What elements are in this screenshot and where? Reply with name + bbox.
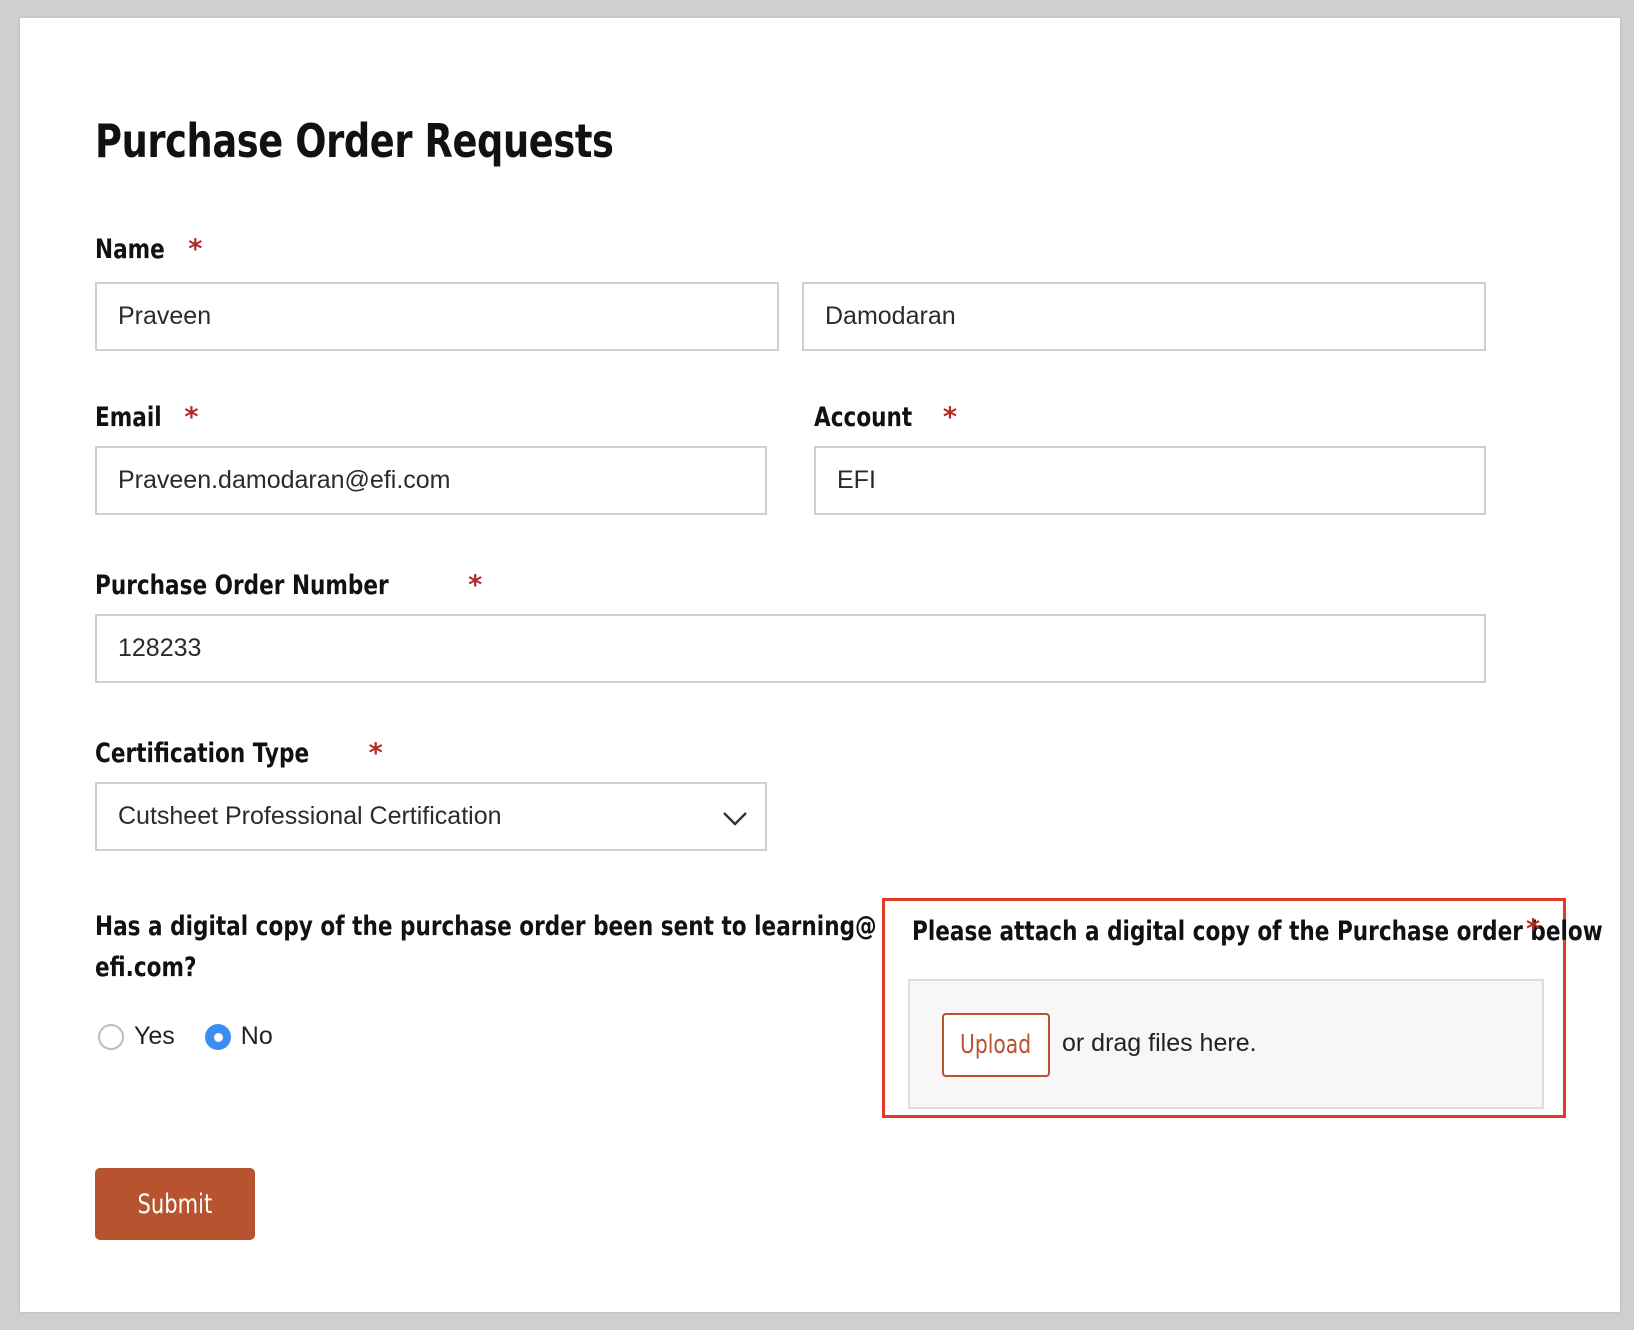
upload-button-label: Upload	[960, 1030, 1032, 1060]
account-value: EFI	[837, 466, 876, 494]
submit-button[interactable]: Submit	[95, 1168, 255, 1240]
certification-select[interactable]: Cutsheet Professional Certification	[95, 782, 767, 851]
certification-value: Cutsheet Professional Certification	[118, 802, 502, 830]
email-label-row: Email *	[95, 402, 198, 433]
account-label: Account	[814, 402, 913, 433]
po-number-field[interactable]: 128233	[95, 614, 1486, 683]
last-name-value: Damodaran	[825, 302, 956, 330]
attachment-label: Please attach a digital copy of the Purc…	[912, 916, 1603, 947]
submit-button-label: Submit	[137, 1188, 213, 1220]
required-marker: *	[468, 570, 483, 601]
required-marker: *	[1526, 914, 1541, 945]
account-field[interactable]: EFI	[814, 446, 1486, 515]
drag-files-text: or drag files here.	[1062, 1029, 1257, 1057]
cert-label-row: Certification Type *	[95, 738, 383, 769]
email-label: Email	[95, 402, 162, 433]
chevron-down-icon	[723, 812, 747, 826]
po-number-label: Purchase Order Number	[95, 570, 389, 601]
file-drop-zone[interactable]: Upload or drag files here.	[908, 979, 1544, 1109]
digital-copy-question-line1: Has a digital copy of the purchase order…	[95, 911, 877, 942]
upload-button[interactable]: Upload	[942, 1013, 1050, 1077]
name-label: Name	[95, 234, 165, 265]
radio-yes[interactable]	[98, 1023, 124, 1050]
po-label-row: Purchase Order Number *	[95, 570, 482, 601]
required-marker: *	[368, 738, 383, 769]
radio-no[interactable]	[204, 1023, 231, 1050]
radio-no-label[interactable]: No	[241, 1022, 273, 1051]
po-number-value: 128233	[118, 634, 202, 662]
email-value: Praveen.damodaran@efi.com	[118, 466, 451, 494]
account-label-row: Account *	[814, 402, 957, 433]
required-marker: *	[184, 402, 199, 433]
required-marker: *	[942, 402, 957, 433]
radio-yes-label[interactable]: Yes	[134, 1022, 175, 1051]
digital-copy-question-line2: efi.com?	[95, 952, 197, 983]
email-field[interactable]: Praveen.damodaran@efi.com	[95, 446, 767, 515]
page-title: Purchase Order Requests	[95, 114, 614, 168]
digital-copy-radio-group: Yes No	[98, 1022, 303, 1051]
name-label-row: Name *	[95, 234, 202, 265]
form-card: Purchase Order Requests Name * Praveen Da…	[20, 18, 1620, 1312]
first-name-value: Praveen	[118, 302, 212, 330]
last-name-input[interactable]: Damodaran	[802, 282, 1486, 351]
certification-label: Certification Type	[95, 738, 310, 769]
first-name-input[interactable]: Praveen	[95, 282, 779, 351]
required-marker: *	[188, 234, 203, 265]
